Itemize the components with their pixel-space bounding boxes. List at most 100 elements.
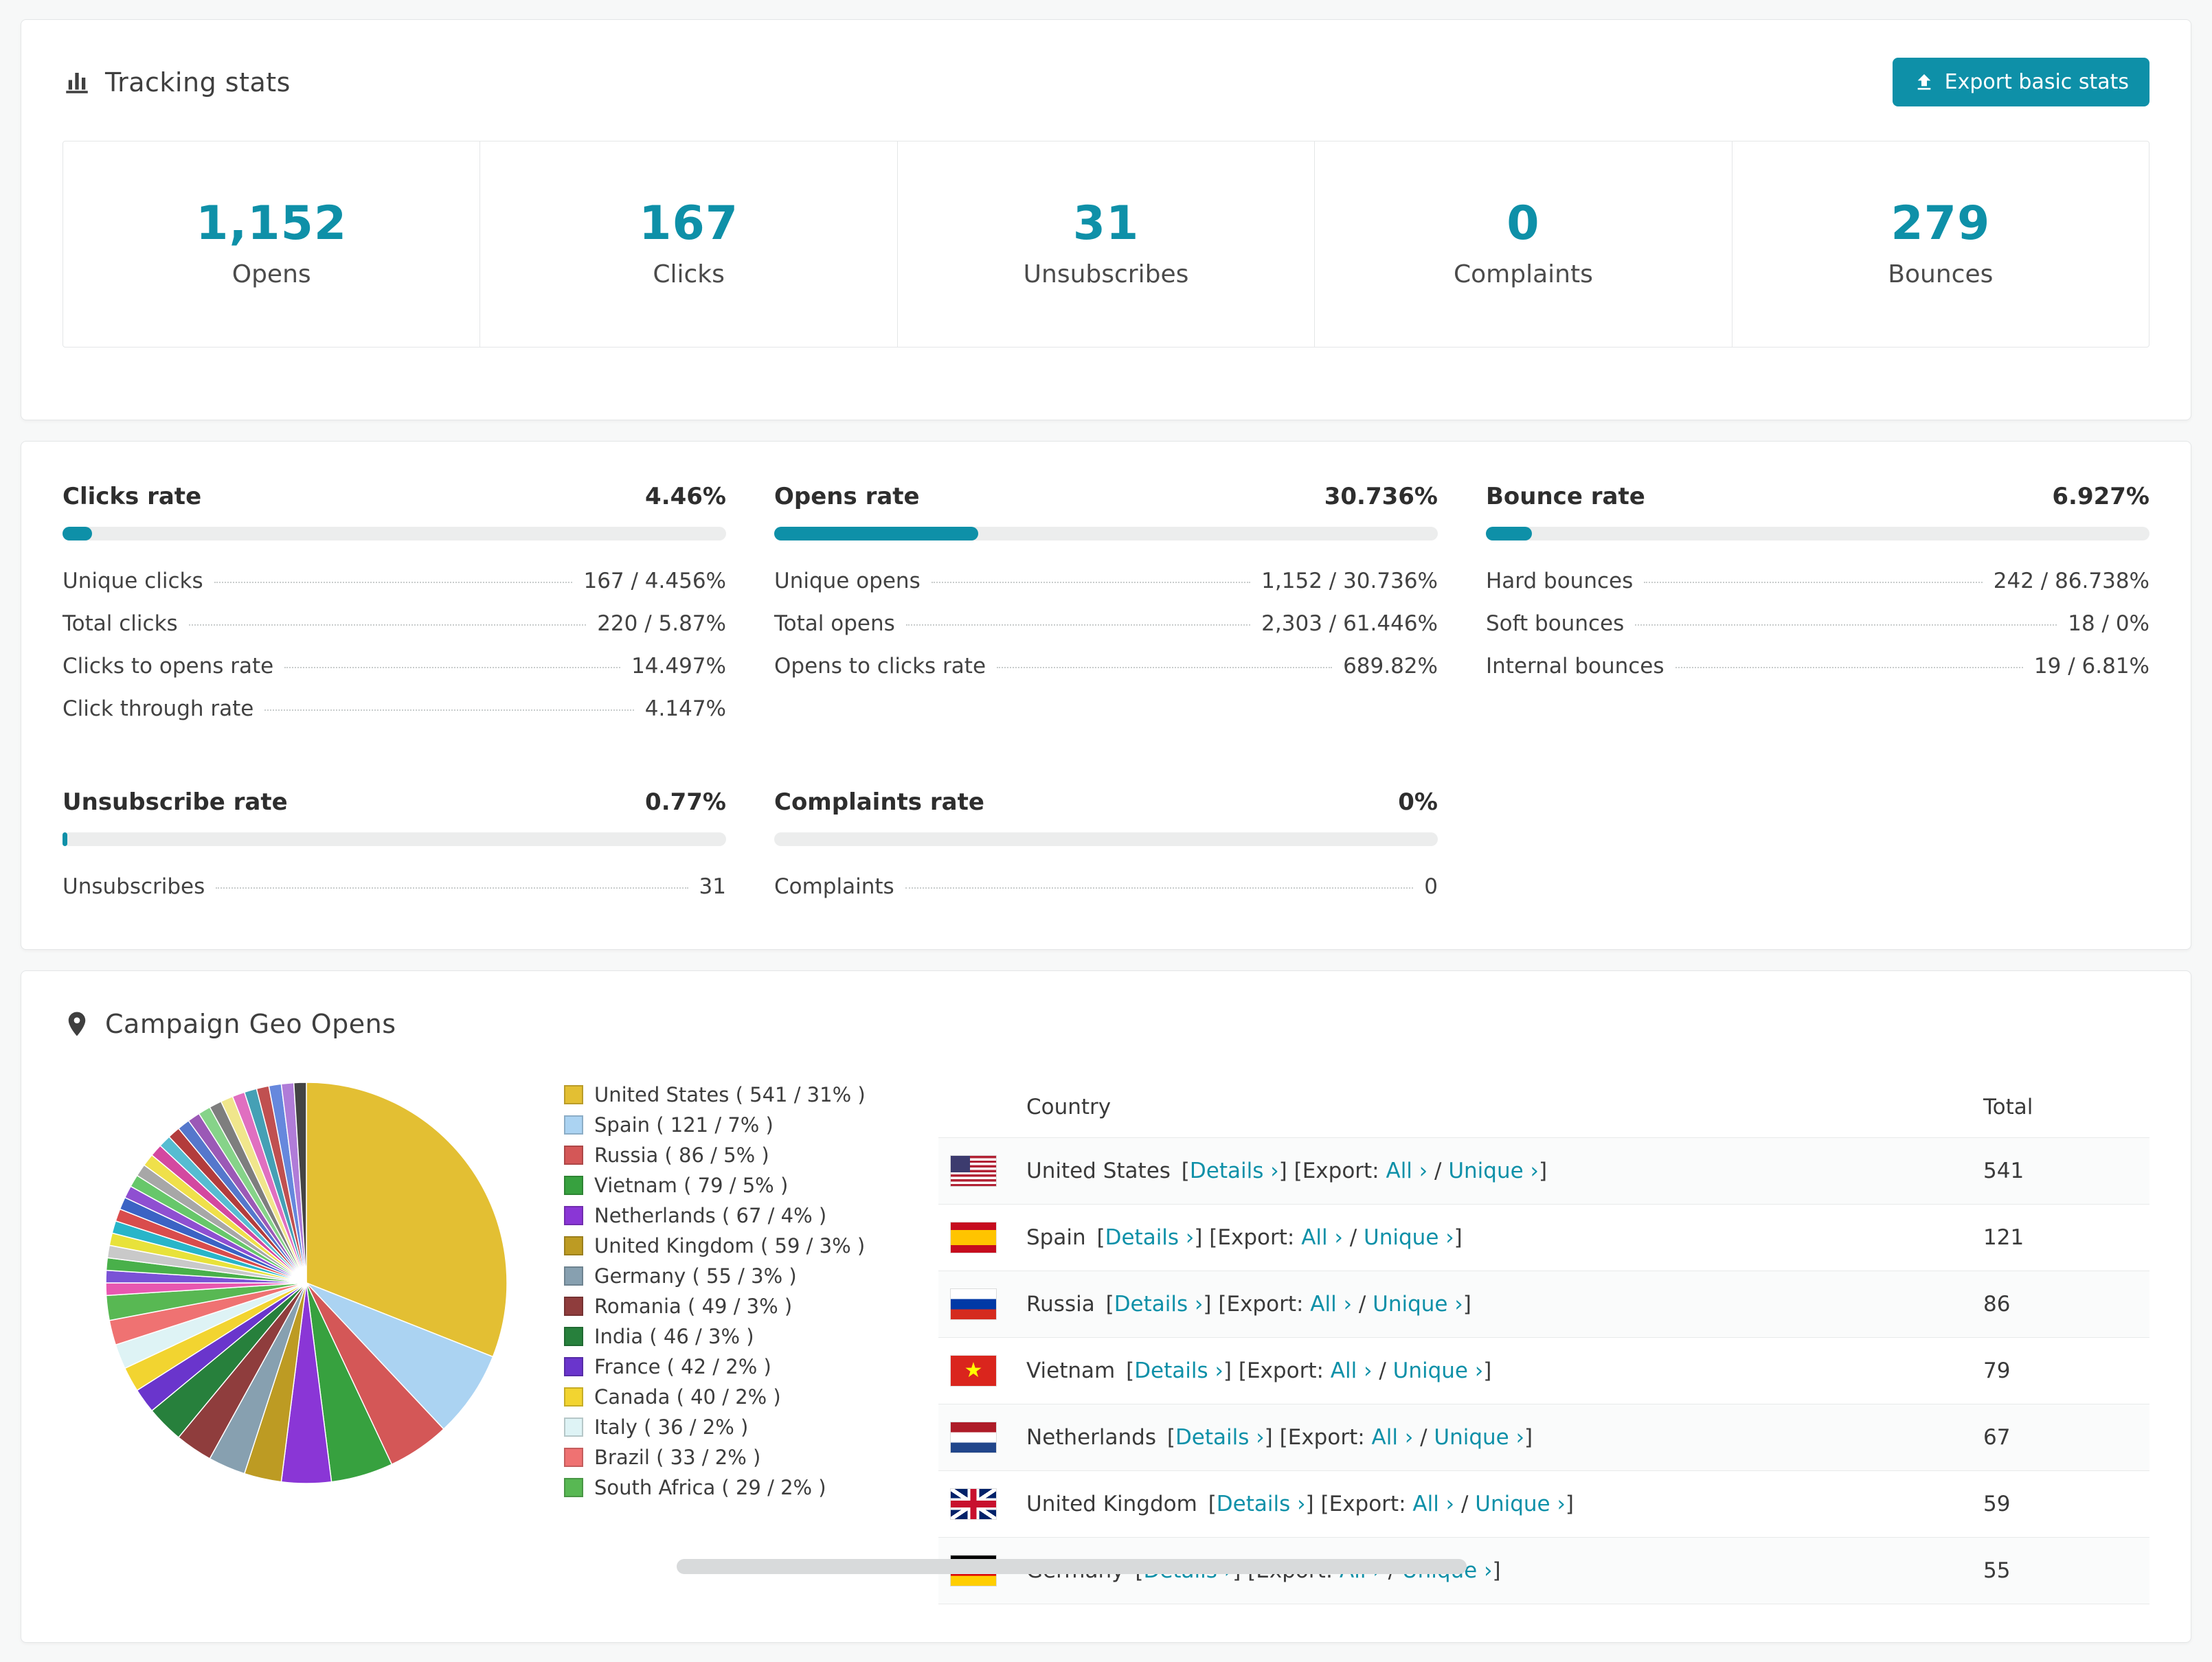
- export-all-link[interactable]: All ›: [1372, 1425, 1414, 1450]
- rate-detail-row: Unsubscribes 31: [63, 865, 726, 908]
- export-unique-link[interactable]: Unique ›: [1373, 1292, 1463, 1317]
- export-all-link[interactable]: All ›: [1310, 1292, 1352, 1317]
- legend-item[interactable]: Netherlands ( 67 / 4% ): [564, 1200, 887, 1231]
- legend-label: United States ( 541 / 31% ): [594, 1083, 866, 1106]
- rate-detail-value: 242 / 86.738%: [1994, 569, 2149, 593]
- rate-detail-value: 4.147%: [645, 696, 726, 721]
- export-prefix: Export:: [1329, 1492, 1406, 1516]
- rate-detail-row: Opens to clicks rate 689.82%: [774, 645, 1438, 687]
- legend-item[interactable]: Vietnam ( 79 / 5% ): [564, 1170, 887, 1200]
- export-prefix: Export:: [1247, 1358, 1324, 1383]
- rate-detail-value: 689.82%: [1343, 654, 1438, 679]
- legend-label: Germany ( 55 / 3% ): [594, 1264, 797, 1288]
- legend-item[interactable]: United Kingdom ( 59 / 3% ): [564, 1231, 887, 1261]
- rate-detail-value: 14.497%: [631, 654, 726, 679]
- legend-color-swatch: [564, 1357, 583, 1376]
- rate-detail-label: Internal bounces: [1486, 654, 1664, 679]
- rate-progress-bar: [774, 832, 1438, 846]
- export-unique-link[interactable]: Unique ›: [1393, 1358, 1484, 1383]
- dotted-leader: [264, 709, 633, 711]
- country-name: United Kingdom: [1026, 1492, 1197, 1516]
- legend-item[interactable]: Germany ( 55 / 3% ): [564, 1261, 887, 1291]
- country-flag-icon: [951, 1356, 996, 1386]
- country-flag-icon: [951, 1289, 996, 1319]
- country-name: Vietnam: [1026, 1358, 1115, 1383]
- legend-item[interactable]: Brazil ( 33 / 2% ): [564, 1442, 887, 1472]
- legend-item[interactable]: Italy ( 36 / 2% ): [564, 1412, 887, 1442]
- rate-detail-row: Unique clicks 167 / 4.456%: [63, 560, 726, 602]
- country-flag-icon: [951, 1156, 996, 1186]
- details-link[interactable]: Details ›: [1190, 1159, 1279, 1183]
- legend-label: Romania ( 49 / 3% ): [594, 1295, 792, 1318]
- export-unique-link[interactable]: Unique ›: [1475, 1492, 1566, 1516]
- export-all-link[interactable]: All ›: [1301, 1225, 1343, 1250]
- legend-item[interactable]: Canada ( 40 / 2% ): [564, 1382, 887, 1412]
- details-link[interactable]: Details ›: [1114, 1292, 1204, 1317]
- details-link[interactable]: Details ›: [1105, 1225, 1195, 1250]
- stat-label: Bounces: [1733, 260, 2149, 288]
- rate-value: 4.46%: [645, 483, 726, 510]
- legend-item[interactable]: France ( 42 / 2% ): [564, 1352, 887, 1382]
- rate-title: Bounce rate: [1486, 483, 1645, 510]
- country-cell: Vietnam [Details ›] [Export: All › / Uni…: [1014, 1338, 1971, 1404]
- legend-label: United Kingdom ( 59 / 3% ): [594, 1234, 865, 1257]
- stat-label: Unsubscribes: [898, 260, 1314, 288]
- export-all-link[interactable]: All ›: [1331, 1358, 1373, 1383]
- dotted-leader: [1635, 624, 2057, 626]
- export-unique-link[interactable]: Unique ›: [1364, 1225, 1454, 1250]
- country-name: United States: [1026, 1159, 1171, 1183]
- country-cell: Netherlands [Details ›] [Export: All › /…: [1014, 1404, 1971, 1471]
- rate-detail-value: 18 / 0%: [2068, 611, 2149, 636]
- country-cell: United Kingdom [Details ›] [Export: All …: [1014, 1471, 1971, 1538]
- dotted-leader: [997, 667, 1332, 668]
- stat-cell: 31 Unsubscribes: [898, 141, 1315, 347]
- rate-detail-label: Total clicks: [63, 611, 178, 636]
- rate-block: Unsubscribe rate 0.77% Unsubscribes 31: [63, 788, 726, 908]
- stat-cell: 1,152 Opens: [63, 141, 480, 347]
- rate-detail-row: Hard bounces 242 / 86.738%: [1486, 560, 2149, 602]
- legend-item[interactable]: Spain ( 121 / 7% ): [564, 1110, 887, 1140]
- export-all-link[interactable]: All ›: [1386, 1159, 1427, 1183]
- stat-label: Complaints: [1315, 260, 1731, 288]
- legend-item[interactable]: Romania ( 49 / 3% ): [564, 1291, 887, 1321]
- details-link[interactable]: Details ›: [1134, 1358, 1223, 1383]
- rate-title: Complaints rate: [774, 788, 984, 816]
- legend-color-swatch: [564, 1387, 583, 1407]
- rate-detail-label: Unsubscribes: [63, 874, 205, 899]
- rate-detail-value: 220 / 5.87%: [597, 611, 726, 636]
- export-unique-link[interactable]: Unique ›: [1448, 1159, 1539, 1183]
- rate-detail-row: Soft bounces 18 / 0%: [1486, 602, 2149, 645]
- country-cell: Spain [Details ›] [Export: All › / Uniqu…: [1014, 1205, 1971, 1271]
- geo-opens-table: Country Total United States [Details ›] …: [938, 1077, 2149, 1604]
- export-all-link[interactable]: All ›: [1412, 1492, 1454, 1516]
- flag-column-header: [938, 1077, 1014, 1138]
- rate-detail-row: Complaints 0: [774, 865, 1438, 908]
- details-link[interactable]: Details ›: [1175, 1425, 1265, 1450]
- geo-body: United States ( 541 / 31% ) Spain ( 121 …: [63, 1077, 2149, 1604]
- dotted-leader: [214, 582, 573, 583]
- rate-detail-value: 167 / 4.456%: [583, 569, 726, 593]
- rate-detail-label: Clicks to opens rate: [63, 654, 273, 679]
- export-basic-stats-button[interactable]: Export basic stats: [1893, 58, 2149, 106]
- rate-title: Clicks rate: [63, 483, 201, 510]
- country-cell: United States [Details ›] [Export: All ›…: [1014, 1138, 1971, 1205]
- legend-label: Canada ( 40 / 2% ): [594, 1385, 781, 1409]
- legend-item[interactable]: United States ( 541 / 31% ): [564, 1080, 887, 1110]
- rate-detail-label: Click through rate: [63, 696, 253, 721]
- country-total: 121: [1971, 1205, 2149, 1271]
- horizontal-scrollbar[interactable]: [677, 1559, 1467, 1574]
- legend-item[interactable]: South Africa ( 29 / 2% ): [564, 1472, 887, 1503]
- rate-value: 0%: [1398, 788, 1438, 816]
- geo-opens-pie-chart[interactable]: [100, 1077, 512, 1489]
- legend-color-swatch: [564, 1085, 583, 1104]
- details-link[interactable]: Details ›: [1217, 1492, 1306, 1516]
- export-unique-link[interactable]: Unique ›: [1434, 1425, 1524, 1450]
- legend-item[interactable]: India ( 46 / 3% ): [564, 1321, 887, 1352]
- legend-item[interactable]: Russia ( 86 / 5% ): [564, 1140, 887, 1170]
- rate-value: 30.736%: [1324, 483, 1438, 510]
- export-prefix: Export:: [1217, 1225, 1294, 1250]
- legend-label: Vietnam ( 79 / 5% ): [594, 1174, 788, 1197]
- rate-detail-value: 1,152 / 30.736%: [1261, 569, 1438, 593]
- legend-label: Brazil ( 33 / 2% ): [594, 1446, 760, 1469]
- legend-color-swatch: [564, 1236, 583, 1255]
